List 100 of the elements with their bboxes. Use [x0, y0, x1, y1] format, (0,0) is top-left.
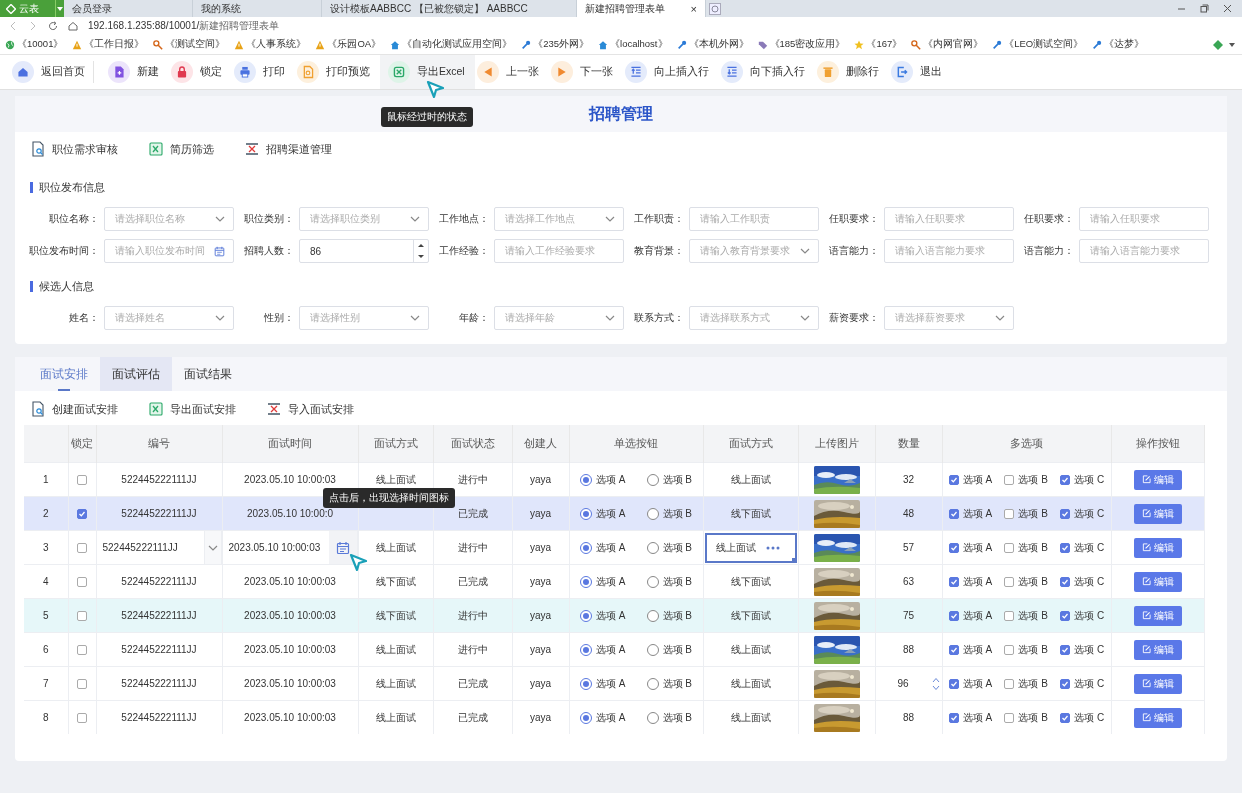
bookmark-link[interactable]: 《乐园OA》 [315, 38, 382, 51]
checkbox[interactable] [77, 713, 87, 724]
close-icon[interactable] [1223, 4, 1232, 13]
radio-option[interactable]: 选项 B [646, 574, 692, 589]
bookmark-link[interactable]: 《达梦》 [1092, 38, 1145, 51]
checkbox[interactable] [1060, 712, 1071, 723]
checkbox[interactable] [948, 576, 959, 587]
home-icon[interactable] [68, 21, 78, 31]
checkbox-option[interactable]: 选项 C [1060, 676, 1105, 691]
checkbox[interactable] [1004, 508, 1015, 519]
browser-tab[interactable]: 新建招聘管理表单 × [577, 0, 706, 17]
checkbox[interactable] [1060, 542, 1071, 553]
radio-button[interactable] [646, 507, 659, 520]
radio-option[interactable]: 选项 A [580, 540, 626, 555]
radio-option[interactable]: 选项 B [646, 506, 692, 521]
checkbox[interactable] [1004, 474, 1015, 485]
radio-button[interactable] [646, 643, 659, 656]
checkbox-option[interactable]: 选项 B [1004, 642, 1048, 657]
checkbox[interactable] [1060, 678, 1071, 689]
checkbox-option[interactable]: 选项 A [948, 608, 993, 623]
bookmark-link[interactable]: 《测试空间》 [153, 38, 226, 51]
calendar-icon[interactable] [214, 245, 225, 257]
bookmark-link[interactable]: 《人事系统》 [234, 38, 307, 51]
toolbar-button[interactable]: 新建 [106, 55, 169, 89]
close-tab-button[interactable]: × [690, 2, 697, 15]
bookmark-link[interactable]: 《185密改应用》 [757, 38, 846, 51]
checkbox-option[interactable]: 选项 C [1060, 540, 1105, 555]
checkbox-option[interactable]: 选项 A [948, 642, 993, 657]
checkbox[interactable] [948, 712, 959, 723]
action-link[interactable]: 招聘渠道管理 [244, 141, 332, 157]
checkbox[interactable] [1004, 610, 1015, 621]
bookmark-link[interactable]: 《LEO测试空间》 [992, 38, 1084, 51]
radio-button[interactable] [580, 575, 592, 588]
checkbox[interactable] [948, 678, 959, 689]
forward-icon[interactable] [28, 21, 38, 31]
checkbox-option[interactable]: 选项 C [1060, 574, 1105, 589]
checkbox-option[interactable]: 选项 A [948, 506, 993, 521]
bookmark-link[interactable]: 《工作日报》 [72, 38, 145, 51]
checkbox[interactable] [1060, 474, 1071, 485]
radio-button[interactable] [646, 677, 659, 690]
checkbox[interactable] [77, 543, 87, 554]
radio-option[interactable]: 选项 A [580, 472, 626, 487]
radio-button[interactable] [646, 711, 659, 724]
action-link[interactable]: 职位需求审核 [30, 141, 118, 157]
toolbar-button[interactable]: 打印 [232, 55, 295, 89]
checkbox-option[interactable]: 选项 B [1004, 506, 1048, 521]
radio-option[interactable]: 选项 A [580, 574, 626, 589]
checkbox[interactable] [1004, 542, 1015, 553]
toolbar-button[interactable]: 退出 [888, 55, 952, 89]
bookmark-link[interactable]: 《本机外网》 [676, 38, 749, 51]
radio-button[interactable] [580, 609, 592, 622]
address-field[interactable]: 192.168.1.235:88/10001/新建招聘管理表单 [88, 19, 280, 33]
edit-button[interactable]: 编辑 [1133, 605, 1182, 626]
more-icon[interactable] [766, 545, 780, 550]
checkbox[interactable] [1004, 644, 1015, 655]
toolbar-button[interactable]: 向下插入行 [718, 55, 815, 89]
checkbox[interactable] [1004, 576, 1015, 587]
radio-option[interactable]: 选项 B [646, 676, 692, 691]
checkbox-option[interactable]: 选项 A [948, 472, 993, 487]
radio-button[interactable] [646, 609, 659, 622]
edit-button[interactable]: 编辑 [1133, 673, 1182, 694]
radio-option[interactable]: 选项 A [580, 642, 626, 657]
radio-button[interactable] [580, 643, 592, 656]
toolbar-button[interactable]: 锁定 [169, 55, 232, 89]
action-link[interactable]: 简历筛选 [148, 141, 214, 157]
radio-option[interactable]: 选项 B [646, 472, 692, 487]
calendar-icon[interactable] [335, 540, 350, 555]
bookmark-link[interactable]: 《235外网》 [521, 38, 589, 51]
checkbox[interactable] [1060, 576, 1071, 587]
action-link[interactable]: 导入面试安排 [266, 401, 354, 417]
checkbox-option[interactable]: 选项 B [1004, 540, 1048, 555]
checkbox-option[interactable]: 选项 A [948, 574, 993, 589]
toolbar-button[interactable]: 返回首页 [10, 55, 95, 89]
checkbox[interactable] [1060, 644, 1071, 655]
reload-icon[interactable] [48, 21, 58, 31]
bookmark-link[interactable]: 《自动化测试应用空间》 [390, 38, 513, 51]
checkbox[interactable] [948, 644, 959, 655]
bookmark-link[interactable]: 《内网官网》 [911, 38, 984, 51]
checkbox-option[interactable]: 选项 A [948, 540, 993, 555]
radio-option[interactable]: 选项 B [646, 540, 692, 555]
radio-button[interactable] [580, 711, 592, 724]
checkbox[interactable] [948, 610, 959, 621]
checkbox-option[interactable]: 选项 B [1004, 608, 1048, 623]
radio-button[interactable] [580, 677, 592, 690]
checkbox[interactable] [77, 645, 87, 656]
action-link[interactable]: 导出面试安排 [148, 401, 236, 417]
checkbox-option[interactable]: 选项 B [1004, 676, 1048, 691]
toolbar-button[interactable]: 下一张 [548, 55, 623, 89]
checkbox-option[interactable]: 选项 C [1060, 642, 1105, 657]
radio-button[interactable] [580, 473, 592, 486]
edit-button[interactable]: 编辑 [1133, 707, 1182, 728]
checkbox[interactable] [77, 475, 87, 486]
checkbox-option[interactable]: 选项 A [948, 676, 993, 691]
edit-button[interactable]: 编辑 [1133, 469, 1182, 490]
checkbox[interactable] [1004, 712, 1015, 723]
radio-option[interactable]: 选项 A [580, 608, 626, 623]
checkbox[interactable] [77, 679, 87, 690]
checkbox-option[interactable]: 选项 A [948, 710, 993, 725]
tab[interactable]: 面试结果 [172, 357, 244, 391]
diamond-icon[interactable] [1213, 39, 1223, 50]
